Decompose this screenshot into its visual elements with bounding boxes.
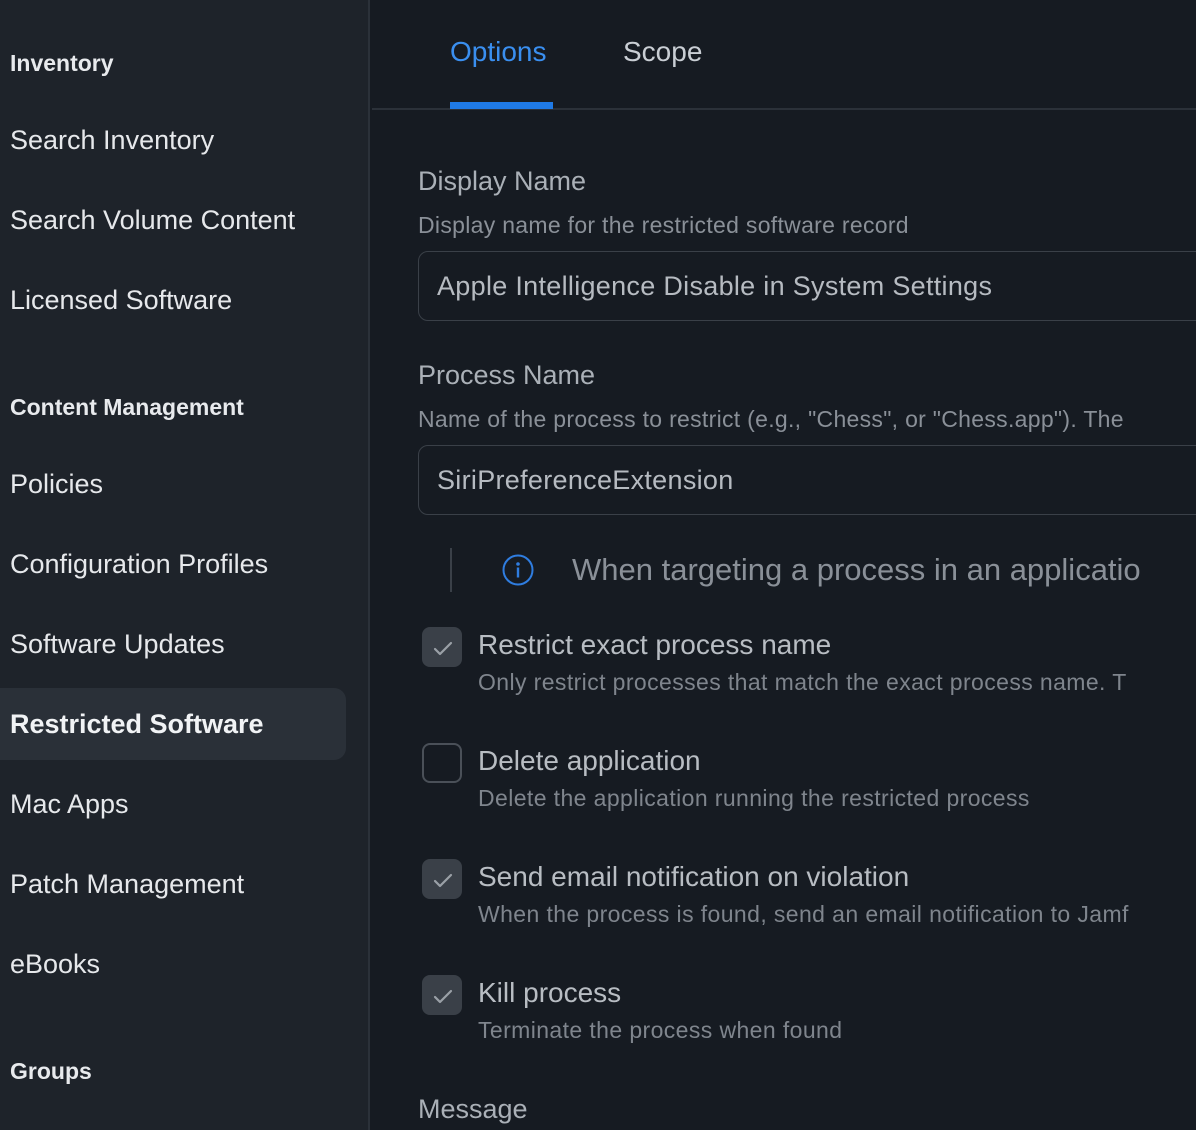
process-name-input[interactable] — [418, 445, 1196, 515]
restrict-exact-checkbox[interactable] — [422, 627, 462, 667]
kill-process-desc: Terminate the process when found — [478, 1017, 843, 1043]
option-kill-process: Kill process Terminate the process when … — [422, 975, 1196, 1055]
message-label: Message — [418, 1094, 528, 1124]
send-email-checkbox[interactable] — [422, 859, 462, 899]
option-delete-application: Delete application Delete the applicatio… — [422, 743, 1196, 823]
sidebar-item-configuration-profiles[interactable]: Configuration Profiles — [0, 528, 346, 600]
sidebar-item-licensed-software[interactable]: Licensed Software — [0, 264, 346, 336]
send-email-title: Send email notification on violation — [478, 861, 910, 892]
sidebar-heading-groups: Groups — [10, 1058, 92, 1084]
process-name-label: Process Name — [418, 360, 596, 390]
tab-bar: Options Scope — [372, 0, 1196, 110]
active-tab-indicator — [450, 102, 553, 109]
sidebar-item-software-updates[interactable]: Software Updates — [0, 608, 346, 680]
check-icon — [433, 641, 453, 656]
info-note-text: When targeting a process in an applicati… — [572, 552, 1141, 587]
kill-process-title: Kill process — [478, 977, 622, 1008]
sidebar: Inventory Search Inventory Search Volume… — [0, 0, 370, 1130]
option-restrict-exact-process-name: Restrict exact process name Only restric… — [422, 627, 1196, 707]
info-icon — [502, 554, 534, 586]
check-icon — [433, 989, 453, 1004]
display-name-input[interactable] — [418, 251, 1196, 321]
delete-application-desc: Delete the application running the restr… — [478, 785, 1030, 811]
tab-scope[interactable]: Scope — [623, 36, 702, 68]
sidebar-heading-content-management: Content Management — [10, 394, 244, 420]
delete-application-checkbox[interactable] — [422, 743, 462, 783]
sidebar-heading-inventory: Inventory — [10, 50, 114, 76]
option-send-email-notification: Send email notification on violation Whe… — [422, 859, 1196, 939]
app-window: Inventory Search Inventory Search Volume… — [0, 0, 1196, 1130]
display-name-help: Display name for the restricted software… — [418, 212, 909, 238]
display-name-label: Display Name — [418, 166, 587, 196]
info-note: When targeting a process in an applicati… — [450, 548, 1196, 592]
tab-options[interactable]: Options — [450, 36, 547, 68]
sidebar-item-restricted-software[interactable]: Restricted Software — [0, 688, 346, 760]
sidebar-item-patch-management[interactable]: Patch Management — [0, 848, 346, 920]
kill-process-checkbox[interactable] — [422, 975, 462, 1015]
check-icon — [433, 873, 453, 888]
sidebar-item-policies[interactable]: Policies — [0, 448, 346, 520]
process-name-help: Name of the process to restrict (e.g., "… — [418, 406, 1124, 432]
main-panel: Options Scope Display Name Display name … — [372, 0, 1196, 1130]
restrict-exact-title: Restrict exact process name — [478, 629, 832, 660]
sidebar-item-search-volume-content[interactable]: Search Volume Content — [0, 184, 346, 256]
send-email-desc: When the process is found, send an email… — [478, 901, 1129, 927]
restrict-exact-desc: Only restrict processes that match the e… — [478, 669, 1127, 695]
delete-application-title: Delete application — [478, 745, 701, 776]
sidebar-item-mac-apps[interactable]: Mac Apps — [0, 768, 346, 840]
info-note-bar — [450, 548, 452, 592]
sidebar-item-search-inventory[interactable]: Search Inventory — [0, 104, 346, 176]
sidebar-item-ebooks[interactable]: eBooks — [0, 928, 346, 1000]
